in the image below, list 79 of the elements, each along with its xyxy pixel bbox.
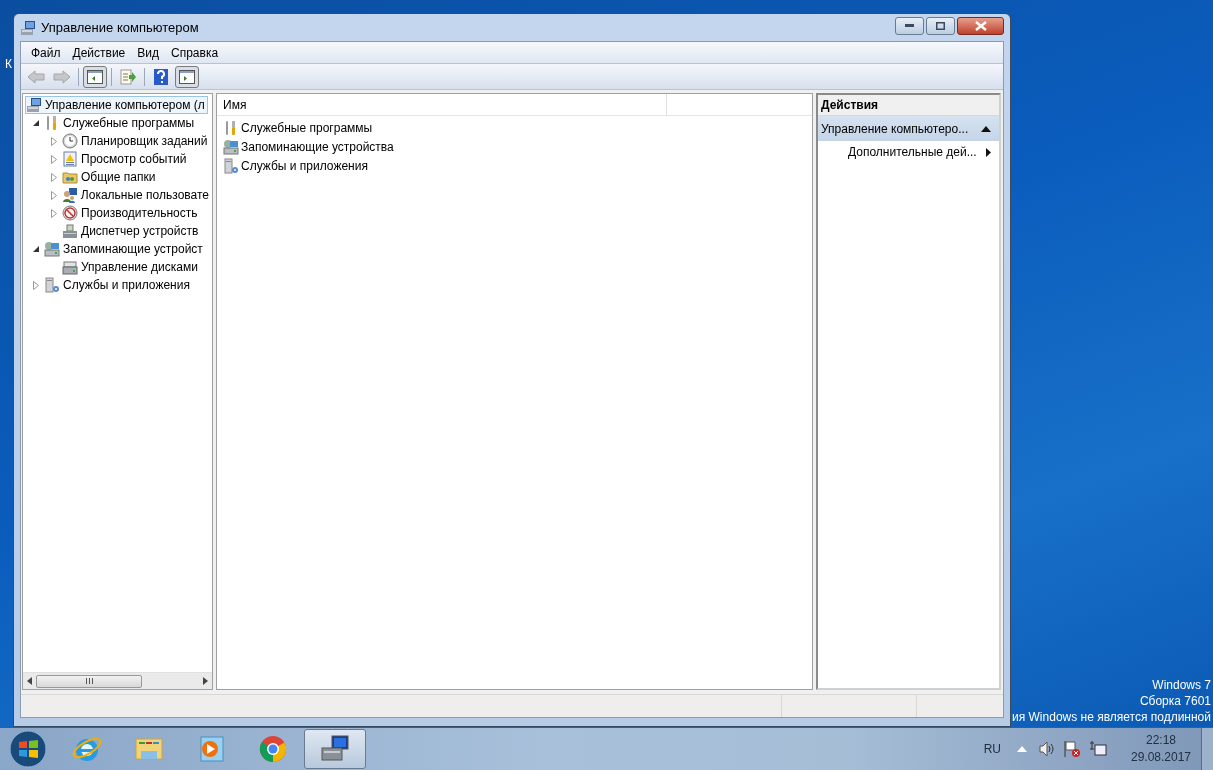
close-icon [974,20,987,31]
users-icon [61,187,78,203]
scroll-right-icon[interactable] [203,677,208,685]
scroll-left-icon[interactable] [27,677,32,685]
clock[interactable]: 22:18 29.08.2017 [1121,732,1201,766]
network-icon[interactable] [1089,740,1107,758]
actions-section[interactable]: Управление компьютеро... [818,116,999,141]
collapsed-arrow-icon[interactable] [51,136,57,146]
tree-item[interactable]: Локальные пользовате [60,186,212,204]
desktop-icon-label: К [5,56,12,73]
list-item[interactable]: Служебные программы [223,118,373,137]
tree-item[interactable]: Диспетчер устройств [61,222,202,240]
action-item[interactable]: Дополнительные дей... [818,141,999,163]
folder-icon [62,169,78,185]
computer-icon [26,97,42,113]
tree-item[interactable]: Служебные программы [43,114,198,132]
scrollbar-thumb[interactable] [36,674,142,688]
gauge-icon [62,205,78,221]
speaker-icon[interactable] [1039,741,1055,757]
column-header[interactable]: Имя [217,94,667,115]
taskbar-button[interactable] [304,729,366,769]
collapsed-arrow-icon[interactable] [50,190,57,200]
tree-item[interactable]: Производительность [61,204,201,222]
document-warning-icon [62,151,78,167]
list-item[interactable]: Запоминающие устройства [223,137,394,156]
actions-header: Действия [818,95,999,116]
help-icon [154,68,168,85]
device-icon [62,223,78,239]
windows-logo-icon [9,730,47,768]
tree-item[interactable]: Запоминающие устройст [43,240,206,258]
expanded-arrow-icon[interactable] [32,245,40,253]
tree-item[interactable]: Управление дисками [61,258,201,276]
drive-icon [44,241,60,257]
collapsed-arrow-icon[interactable] [51,208,57,218]
maximize-icon [936,21,945,30]
horizontal-scrollbar[interactable] [23,672,212,689]
tree-item[interactable]: Общие папки [61,168,159,186]
minimize-icon [905,24,914,27]
chrome-browser-icon [257,733,289,765]
clock-icon [62,133,78,149]
tree-item[interactable]: Планировщик заданий [61,132,211,150]
flag-error-icon[interactable] [1063,740,1081,758]
collapse-arrow-icon[interactable] [981,125,991,132]
window-title: Управление компьютером [41,18,199,37]
minimize-button[interactable] [895,16,924,35]
desktop-watermark-text: Сборка 7601 [1139,693,1211,709]
forward-arrow-icon [53,69,71,84]
pane-icon [179,69,195,84]
collapsed-arrow-icon[interactable] [51,154,57,164]
grip-icon [85,678,93,684]
computer-icon [20,19,36,36]
maximize-button[interactable] [926,16,955,35]
tree-item[interactable]: Службы и приложения [43,276,193,294]
collapsed-arrow-icon[interactable] [51,172,57,182]
collapsed-arrow-icon[interactable] [33,280,39,290]
export-list-icon [120,68,136,85]
tree-item[interactable]: Управление компьютером (л [25,96,208,114]
server-gear-icon [223,157,239,174]
show-desktop-button[interactable] [1201,728,1213,770]
tree-item[interactable]: Просмотр событий [61,150,190,168]
desktop-watermark-text: Windows 7 [1152,677,1211,693]
menu-item[interactable]: Файл [25,43,67,62]
submenu-arrow-icon [986,147,991,157]
toolbar-button[interactable] [175,65,199,88]
desktop-watermark-text: ия Windows не является подлинной [1012,709,1211,725]
close-button[interactable] [957,16,1004,35]
menu-item[interactable]: Вид [131,43,165,62]
language-indicator[interactable]: RU [983,740,1001,758]
server-gear-icon [44,277,60,293]
show-hidden-icons-icon[interactable] [1017,746,1027,752]
expanded-arrow-icon[interactable] [32,119,40,127]
list-item[interactable]: Службы и приложения [223,156,368,175]
drive-icon [62,259,78,275]
menu-item[interactable]: Действие [66,43,132,62]
drive-icon [223,138,239,155]
back-arrow-icon [27,69,45,84]
pane-icon [87,69,103,84]
toolbar-button[interactable] [83,65,107,88]
menu-item[interactable]: Справка [165,43,225,62]
